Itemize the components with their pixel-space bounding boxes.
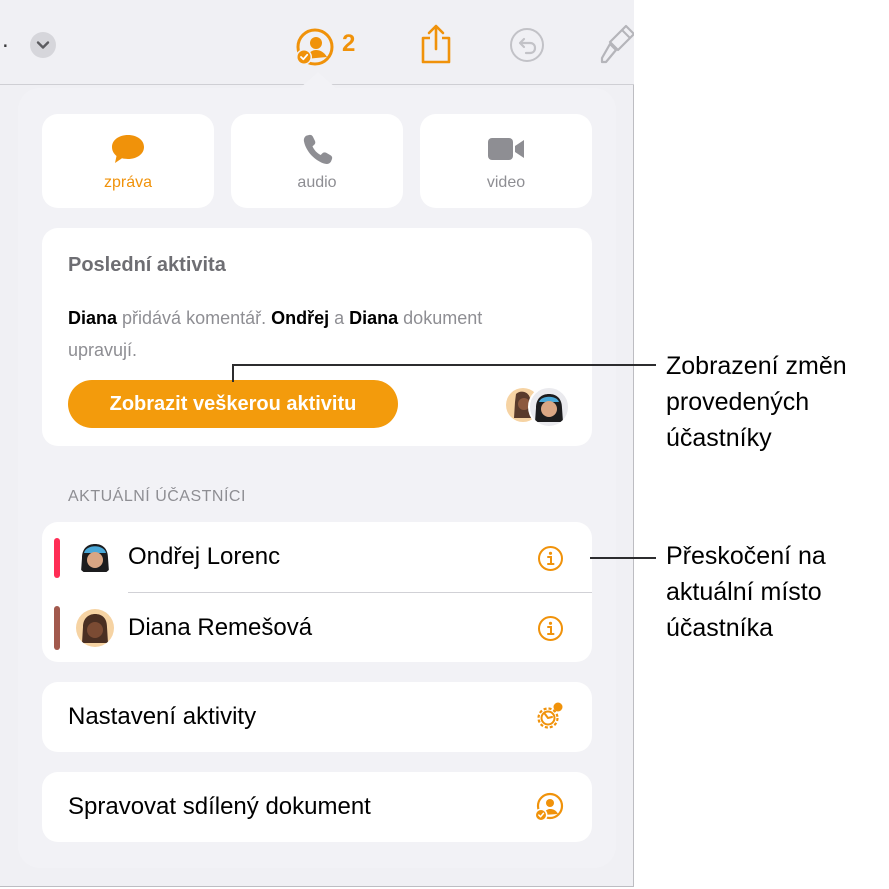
participant-color-bar (54, 606, 60, 650)
callout-activity-line-1: Zobrazení změn (666, 352, 847, 380)
info-icon[interactable] (537, 545, 564, 572)
activity-settings-label: Nastavení aktivity (68, 703, 257, 730)
manage-collaboration-icon (532, 790, 566, 824)
video-button[interactable]: video (420, 114, 592, 208)
info-icon[interactable] (537, 615, 564, 642)
app-window: . 2 zpráva audio video Poslední aktivita… (0, 0, 634, 887)
callout-participant-line-1: Přeskočení na (666, 542, 826, 570)
phone-icon (297, 132, 337, 166)
callout-line (232, 364, 656, 366)
activity-name-1: Diana (68, 308, 118, 328)
callout-activity-line-2: provedených (666, 388, 810, 416)
callout-participant-line-2: aktuální místo (666, 578, 822, 606)
callout-line (232, 364, 234, 382)
message-label: zpráva (103, 174, 153, 191)
undo-icon[interactable] (508, 26, 546, 64)
avatar-ondrej (76, 538, 114, 576)
activity-settings-gear-icon (532, 700, 566, 734)
callout-participant: Přeskočení na aktuální místo účastníka (666, 538, 888, 646)
participants-header: AKTUÁLNÍ ÚČASTNÍCI (68, 488, 246, 505)
activity-summary: Diana přidává komentář. Ondřej a Diana d… (68, 302, 488, 366)
activity-name-2: Ondřej (271, 308, 330, 328)
show-all-activity-button[interactable]: Zobrazit veškerou aktivitu (68, 380, 398, 428)
callout-activity-line-3: účastníky (666, 424, 772, 452)
message-bubble-icon (108, 132, 148, 166)
collaboration-icon[interactable] (292, 24, 338, 70)
format-brush-icon[interactable] (596, 22, 634, 68)
audio-label: audio (297, 174, 337, 191)
message-button[interactable]: zpráva (42, 114, 214, 208)
participant-color-bar (54, 538, 60, 578)
activity-text-2: a (329, 308, 350, 328)
participant-name[interactable]: Diana Remešová (128, 614, 312, 642)
activity-name-3: Diana (349, 308, 399, 328)
participant-name[interactable]: Ondřej Lorenc (128, 543, 280, 571)
collaborator-count: 2 (342, 30, 356, 57)
recent-activity-title: Poslední aktivita (68, 254, 226, 276)
avatar-diana (76, 609, 114, 647)
video-label: video (486, 174, 526, 191)
video-camera-icon (486, 132, 526, 166)
share-icon[interactable] (419, 22, 453, 66)
popover-arrow (300, 72, 336, 88)
participant-separator (128, 592, 592, 593)
callout-activity: Zobrazení změn provedených účastníky (666, 348, 888, 456)
manage-shared-label: Spravovat sdílený dokument (68, 793, 371, 820)
title-ellipsis: . (2, 26, 9, 53)
avatar-ondrej (528, 386, 570, 428)
callout-participant-line-3: účastníka (666, 614, 774, 642)
callout-line (590, 557, 656, 559)
chevron-down-icon[interactable] (30, 32, 56, 58)
activity-text-1: přidává komentář. (117, 308, 272, 328)
audio-button[interactable]: audio (231, 114, 403, 208)
